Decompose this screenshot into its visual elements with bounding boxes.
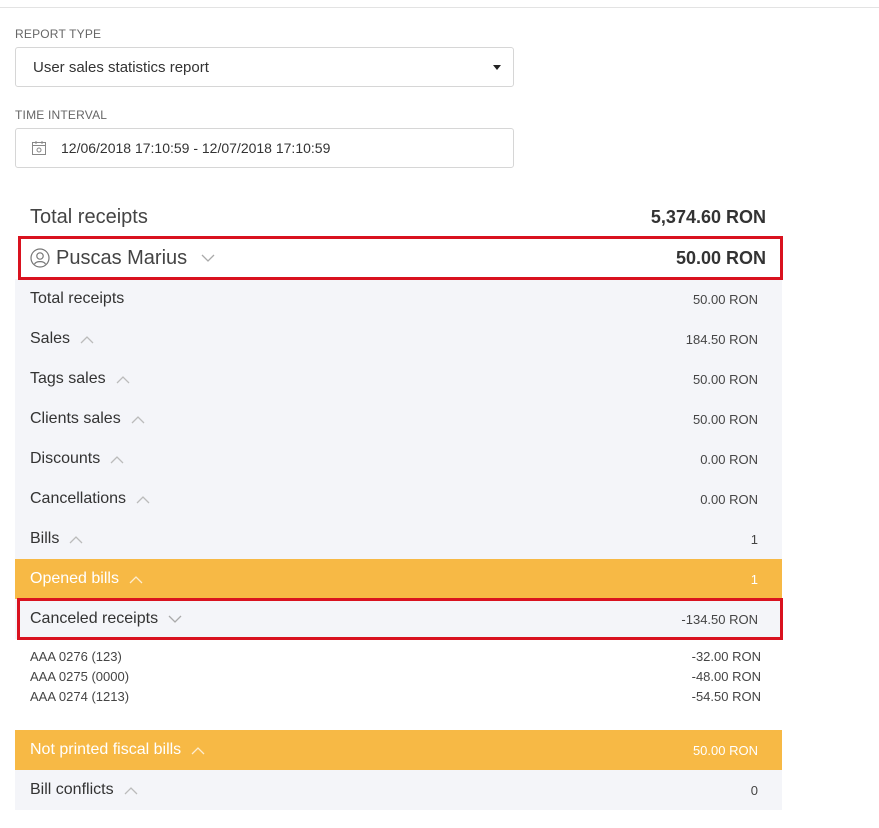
chevron-up-icon[interactable] bbox=[129, 575, 143, 584]
time-interval-label: TIME INTERVAL bbox=[15, 108, 108, 122]
top-divider bbox=[0, 7, 879, 8]
user-name: Puscas Marius bbox=[56, 246, 188, 269]
caret-down-icon bbox=[493, 64, 501, 70]
row-value: 50.00 RON bbox=[692, 291, 758, 307]
row-canceled-receipts[interactable]: Canceled receipts -134.50 RON bbox=[15, 599, 782, 639]
grand-total-label: Total receipts bbox=[30, 205, 148, 228]
chevron-down-icon[interactable] bbox=[168, 615, 182, 624]
row-not-printed-fiscal-bills[interactable]: Not printed fiscal bills 50.00 RON bbox=[15, 730, 782, 770]
receipt-id: AAA 0275 (0000) bbox=[30, 669, 130, 684]
row-label: Not printed fiscal bills bbox=[30, 741, 182, 758]
user-total-value: 50.00 RON bbox=[675, 247, 766, 268]
receipt-id: AAA 0276 (123) bbox=[30, 649, 122, 664]
list-item: AAA 0276 (123) -32.00 RON bbox=[15, 647, 782, 667]
time-interval-input[interactable]: 12/06/2018 17:10:59 - 12/07/2018 17:10:5… bbox=[15, 128, 514, 168]
chevron-up-icon[interactable] bbox=[191, 746, 205, 755]
receipt-id: AAA 0274 (1213) bbox=[30, 689, 130, 704]
row-clients-sales[interactable]: Clients sales 50.00 RON bbox=[15, 399, 782, 439]
chevron-up-icon[interactable] bbox=[69, 535, 83, 544]
row-value: 0.00 RON bbox=[700, 491, 758, 507]
user-header-row[interactable]: Puscas Marius 50.00 RON bbox=[15, 237, 782, 279]
row-value: 50.00 RON bbox=[692, 371, 758, 387]
report-type-select[interactable]: User sales statistics report bbox=[15, 47, 514, 87]
row-opened-bills[interactable]: Opened bills 1 bbox=[15, 559, 782, 599]
row-value: -134.50 RON bbox=[681, 611, 758, 627]
report-type-label: REPORT TYPE bbox=[15, 27, 102, 41]
row-value: 1 bbox=[750, 571, 758, 587]
row-value: 184.50 RON bbox=[685, 331, 758, 347]
receipt-amount: -32.00 RON bbox=[691, 649, 761, 664]
chevron-down-icon[interactable] bbox=[201, 254, 215, 263]
chevron-up-icon[interactable] bbox=[110, 455, 124, 464]
user-icon bbox=[30, 248, 50, 268]
list-item: AAA 0274 (1213) -54.50 RON bbox=[15, 687, 782, 707]
row-sales[interactable]: Sales 184.50 RON bbox=[15, 319, 782, 359]
row-label: Bills bbox=[30, 530, 60, 547]
row-label: Opened bills bbox=[30, 570, 119, 587]
row-value: 0.00 RON bbox=[700, 451, 758, 467]
row-value: 50.00 RON bbox=[692, 411, 758, 427]
row-label: Sales bbox=[30, 330, 71, 347]
chevron-up-icon[interactable] bbox=[131, 415, 145, 424]
chevron-up-icon[interactable] bbox=[136, 495, 150, 504]
grand-total-value: 5,374.60 RON bbox=[650, 206, 766, 227]
grand-total-row: Total receipts 5,374.60 RON bbox=[15, 197, 782, 237]
row-discounts[interactable]: Discounts 0.00 RON bbox=[15, 439, 782, 479]
row-label: Clients sales bbox=[30, 410, 121, 427]
row-bill-conflicts[interactable]: Bill conflicts 0 bbox=[15, 770, 782, 810]
chevron-up-icon[interactable] bbox=[80, 335, 94, 344]
row-label: Cancellations bbox=[30, 490, 127, 507]
row-value: 0 bbox=[750, 782, 758, 798]
receipt-amount: -48.00 RON bbox=[691, 669, 761, 684]
row-label: Bill conflicts bbox=[30, 781, 114, 798]
list-item: AAA 0275 (0000) -48.00 RON bbox=[15, 667, 782, 687]
row-label: Discounts bbox=[30, 450, 101, 467]
report-type-value: User sales statistics report bbox=[33, 58, 209, 76]
calendar-icon bbox=[31, 140, 47, 156]
row-value: 1 bbox=[750, 531, 758, 547]
row-cancellations[interactable]: Cancellations 0.00 RON bbox=[15, 479, 782, 519]
chevron-up-icon[interactable] bbox=[124, 786, 138, 795]
row-total-receipts: Total receipts 50.00 RON bbox=[15, 279, 782, 319]
row-label: Total receipts bbox=[30, 290, 125, 307]
row-tags-sales[interactable]: Tags sales 50.00 RON bbox=[15, 359, 782, 399]
canceled-receipts-list: AAA 0276 (123) -32.00 RON AAA 0275 (0000… bbox=[15, 647, 782, 737]
row-label: Tags sales bbox=[30, 370, 106, 387]
row-value: 50.00 RON bbox=[692, 742, 758, 758]
receipt-amount: -54.50 RON bbox=[691, 689, 761, 704]
row-label: Canceled receipts bbox=[30, 610, 159, 627]
row-bills[interactable]: Bills 1 bbox=[15, 519, 782, 559]
chevron-up-icon[interactable] bbox=[116, 375, 130, 384]
time-interval-value: 12/06/2018 17:10:59 - 12/07/2018 17:10:5… bbox=[61, 140, 331, 156]
